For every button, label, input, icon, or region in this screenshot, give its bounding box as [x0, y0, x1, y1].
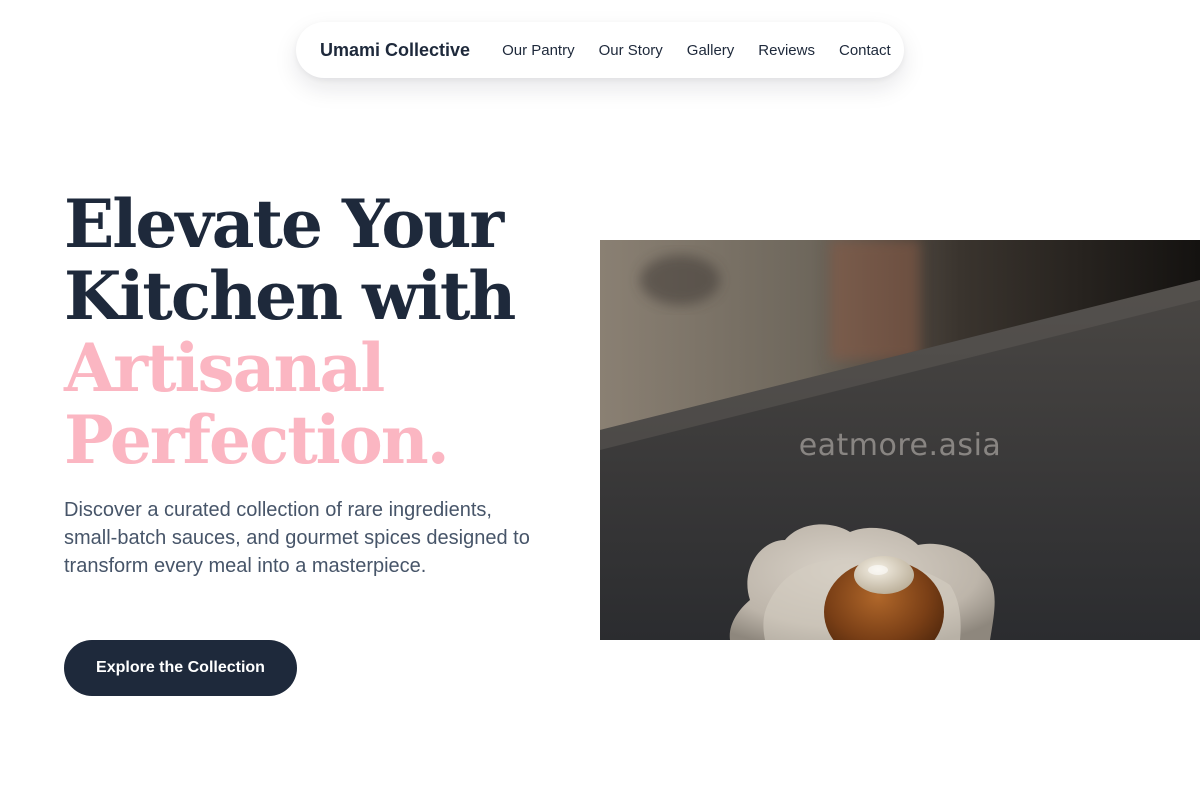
- nav-link-reviews[interactable]: Reviews: [758, 42, 815, 59]
- image-watermark: eatmore.asia: [798, 428, 1002, 463]
- nav-link-contact[interactable]: Contact: [839, 42, 891, 59]
- nav-links: Our Pantry Our Story Gallery Reviews Con…: [502, 42, 891, 59]
- nav-link-gallery[interactable]: Gallery: [687, 42, 735, 59]
- hero-description: Discover a curated collection of rare in…: [64, 499, 530, 577]
- top-navigation: Umami Collective Our Pantry Our Story Ga…: [296, 22, 904, 78]
- headline-line-1: Elevate Your: [64, 185, 504, 263]
- hero-image: eatmore.asia: [600, 240, 1200, 640]
- nav-link-our-pantry[interactable]: Our Pantry: [502, 42, 575, 59]
- explore-collection-button[interactable]: Explore the Collection: [64, 640, 297, 696]
- nav-link-our-story[interactable]: Our Story: [599, 42, 663, 59]
- page: Umami Collective Our Pantry Our Story Ga…: [0, 0, 1200, 800]
- headline-line-2: Kitchen with: [64, 257, 516, 335]
- brand-logo[interactable]: Umami Collective: [320, 40, 470, 61]
- headline-accent-line-1: Artisanal: [64, 329, 385, 407]
- headline-accent-line-2: Perfection.: [64, 401, 450, 479]
- hero-headline: Elevate Your Kitchen with Artisanal Perf…: [64, 188, 584, 476]
